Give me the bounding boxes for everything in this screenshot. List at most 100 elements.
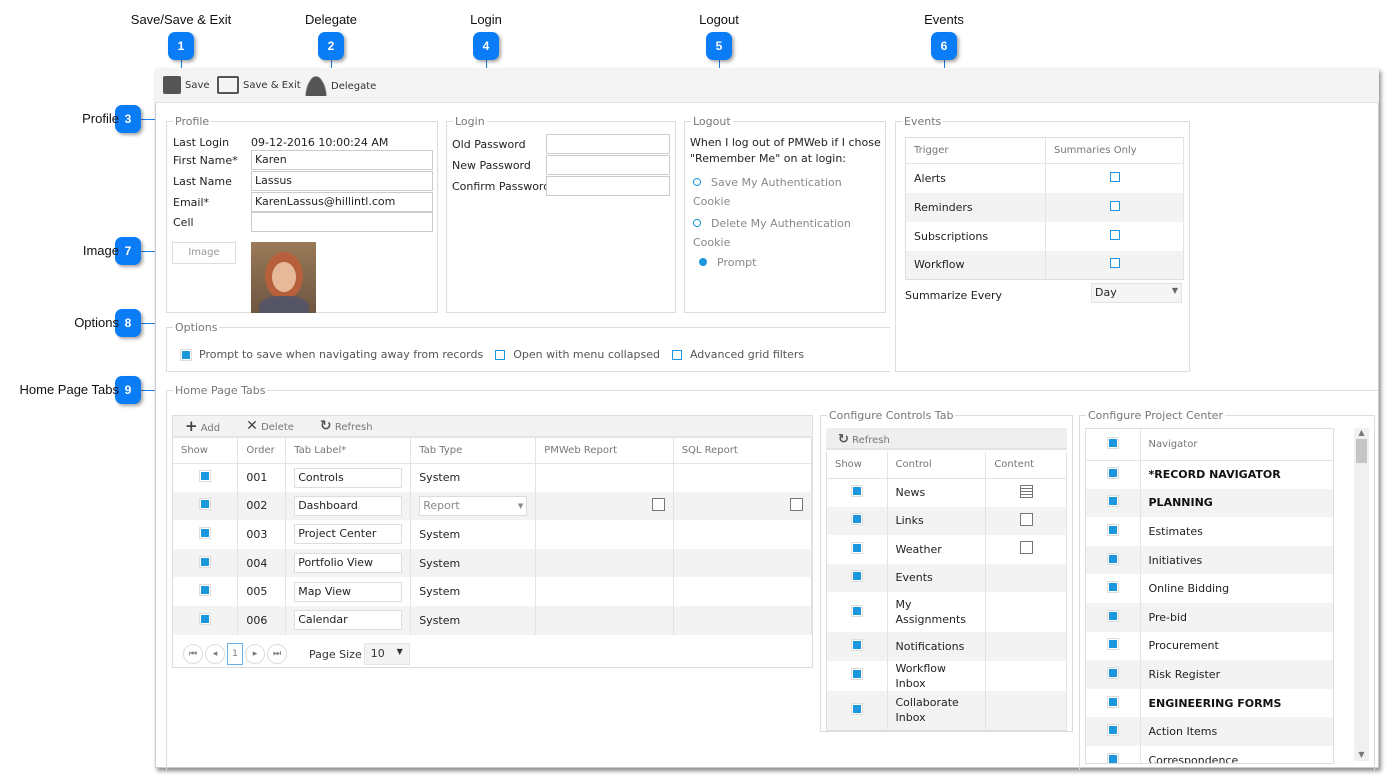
- control-name: Events: [895, 571, 933, 585]
- scroll-up-icon[interactable]: ▲: [1354, 428, 1369, 437]
- tab-label-input[interactable]: Calendar: [294, 610, 403, 631]
- controls-refresh-button[interactable]: ↻ Refresh: [826, 428, 1067, 450]
- prev-page-button[interactable]: ◂: [205, 644, 225, 664]
- select-all-checkbox[interactable]: [1106, 436, 1119, 449]
- show-checkbox[interactable]: [199, 526, 212, 539]
- first-page-button[interactable]: ⏮: [183, 644, 203, 664]
- delegate-button[interactable]: Delegate: [305, 76, 376, 96]
- navigator-checkbox[interactable]: [1106, 609, 1119, 622]
- col-navigator: Navigator: [1140, 429, 1333, 461]
- show-checkbox[interactable]: [199, 612, 212, 625]
- save-exit-button[interactable]: Save & Exit: [217, 76, 301, 94]
- table-row: ENGINEERING FORMS: [1086, 688, 1333, 718]
- old-password-label: Old Password: [452, 138, 526, 151]
- scrollbar-thumb[interactable]: [1356, 439, 1367, 463]
- sql-report-checkbox[interactable]: [790, 497, 803, 511]
- navigator-checkbox[interactable]: [1106, 724, 1119, 737]
- navigator-checkbox[interactable]: [1106, 495, 1119, 508]
- summaries-only-checkbox[interactable]: [1109, 258, 1120, 269]
- show-checkbox[interactable]: [850, 485, 863, 497]
- navigator-checkbox[interactable]: [1106, 695, 1119, 708]
- tab-label-input[interactable]: Portfolio View: [294, 553, 403, 574]
- last-name-label: Last Name: [173, 175, 232, 188]
- controls-table: Show Control Content News Links Weather Event…: [826, 452, 1067, 731]
- navigator-checkbox[interactable]: [1106, 523, 1119, 536]
- order-cell: 005: [237, 577, 287, 606]
- new-password-input[interactable]: [546, 155, 670, 175]
- delete-button[interactable]: ✕ Delete: [246, 418, 294, 434]
- show-checkbox[interactable]: [850, 604, 863, 617]
- radio-delete-cookie[interactable]: Delete My Authentication Cookie: [693, 214, 878, 252]
- summaries-only-checkbox[interactable]: [1109, 200, 1120, 211]
- tab-label-input[interactable]: Project Center: [294, 524, 403, 545]
- show-checkbox[interactable]: [850, 541, 863, 554]
- page-size-select[interactable]: 10 ▼: [363, 643, 410, 665]
- show-checkbox[interactable]: [199, 470, 212, 483]
- show-checkbox[interactable]: [850, 513, 863, 526]
- show-checkbox[interactable]: [199, 498, 212, 511]
- cell-input[interactable]: [251, 212, 433, 232]
- content-list-icon[interactable]: [1019, 484, 1033, 498]
- summaries-only-checkbox[interactable]: [1109, 229, 1120, 240]
- prompt-save-checkbox[interactable]: [180, 348, 192, 361]
- event-trigger: Workflow: [905, 250, 1046, 280]
- content-checkbox[interactable]: [1019, 541, 1033, 555]
- table-row: Online Bidding: [1086, 574, 1333, 603]
- show-checkbox[interactable]: [850, 570, 863, 583]
- show-checkbox[interactable]: [850, 668, 863, 680]
- plus-icon: +: [185, 417, 198, 435]
- last-page-button[interactable]: ⏭: [267, 644, 287, 664]
- control-name: Weather: [895, 542, 942, 556]
- save-button[interactable]: Save: [163, 76, 210, 94]
- tab-label-input[interactable]: Dashboard: [294, 495, 403, 516]
- refresh-button[interactable]: ↻ Refresh: [320, 418, 373, 434]
- scrollbar[interactable]: ▲ ▼: [1354, 428, 1369, 761]
- menu-collapsed-checkbox[interactable]: [495, 349, 506, 360]
- old-password-input[interactable]: [546, 134, 670, 154]
- option-label: Prompt to save when navigating away from…: [199, 348, 484, 361]
- show-checkbox[interactable]: [850, 702, 863, 715]
- image-button[interactable]: Image: [172, 242, 236, 264]
- navigator-checkbox[interactable]: [1106, 752, 1119, 763]
- table-row: Procurement: [1086, 631, 1333, 661]
- show-checkbox[interactable]: [850, 638, 863, 651]
- confirm-password-input[interactable]: [546, 176, 670, 196]
- navigator-item: Estimates: [1140, 517, 1333, 546]
- navigator-checkbox[interactable]: [1106, 638, 1119, 651]
- table-row: Action Items: [1086, 717, 1333, 746]
- tab-type-cell: System: [419, 585, 461, 599]
- show-checkbox[interactable]: [199, 555, 212, 568]
- callout-label: Options: [74, 315, 119, 330]
- email-input[interactable]: KarenLassus@hillintl.com: [251, 192, 433, 212]
- scroll-down-icon[interactable]: ▼: [1354, 750, 1369, 759]
- x-icon: ✕: [246, 418, 258, 434]
- pmweb-report-checkbox[interactable]: [651, 497, 665, 511]
- tab-label-input[interactable]: Map View: [294, 581, 403, 602]
- navigator-checkbox[interactable]: [1106, 581, 1119, 594]
- order-cell: 001: [237, 463, 287, 492]
- navigator-item: Risk Register: [1140, 660, 1333, 689]
- tab-type-select[interactable]: Report ▼: [419, 495, 528, 516]
- last-name-input[interactable]: Lassus: [251, 171, 433, 191]
- event-row: Reminders: [905, 192, 1184, 222]
- radio-icon: [693, 219, 701, 227]
- next-page-button[interactable]: ▸: [245, 644, 265, 664]
- summarize-every-select[interactable]: Day ▼: [1091, 283, 1182, 303]
- first-name-input[interactable]: Karen: [251, 150, 433, 170]
- navigator-checkbox[interactable]: [1106, 666, 1119, 679]
- show-checkbox[interactable]: [199, 584, 212, 597]
- summaries-only-checkbox[interactable]: [1109, 171, 1120, 182]
- tab-label-input[interactable]: Controls: [294, 467, 403, 488]
- tab-type-cell: System: [419, 613, 461, 627]
- radio-prompt[interactable]: Prompt: [699, 256, 756, 269]
- advanced-filters-checkbox[interactable]: [671, 349, 682, 360]
- event-row: Workflow: [905, 250, 1184, 280]
- page-number[interactable]: 1: [227, 643, 243, 665]
- navigator-checkbox[interactable]: [1106, 552, 1119, 565]
- radio-save-cookie[interactable]: Save My Authentication Cookie: [693, 173, 878, 211]
- add-button[interactable]: + Add: [185, 417, 220, 435]
- navigator-item: Action Items: [1140, 717, 1333, 746]
- content-checkbox[interactable]: [1019, 512, 1033, 526]
- navigator-checkbox[interactable]: [1106, 467, 1119, 480]
- column-header: Tab Type: [410, 438, 537, 464]
